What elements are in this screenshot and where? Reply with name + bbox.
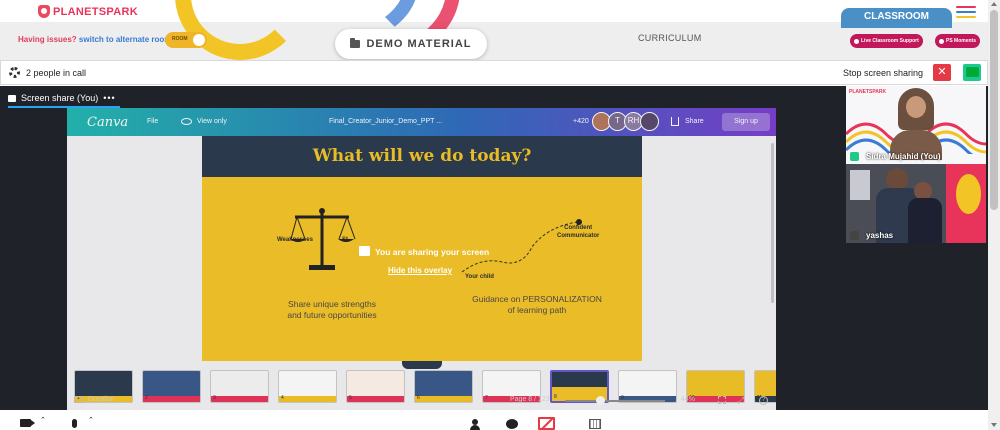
zoom-slider-handle[interactable] bbox=[595, 396, 605, 405]
screen-share-tab[interactable]: Screen share (You) ••• bbox=[8, 90, 120, 108]
issues-notice: Having issues? switch to alternate room bbox=[18, 35, 171, 44]
stop-sharing-label: Stop screen sharing bbox=[843, 68, 924, 78]
fullscreen-icon[interactable]: ⤢ bbox=[737, 395, 744, 406]
grid-view-icon[interactable] bbox=[718, 396, 726, 404]
alternate-room-link[interactable]: switch to alternate room bbox=[79, 35, 171, 44]
people-count: 2 people in call bbox=[26, 68, 87, 78]
camera-options-chevron-icon[interactable]: ⌃ bbox=[40, 416, 46, 424]
menu-line bbox=[956, 6, 976, 8]
logo-text: PLANETSPARK bbox=[53, 5, 138, 18]
screen-share-icon bbox=[359, 246, 370, 256]
screen-share-off-icon[interactable] bbox=[538, 417, 555, 430]
curriculum-tab[interactable]: CURRICULUM bbox=[638, 33, 702, 43]
whiteboard-icon[interactable] bbox=[589, 419, 601, 429]
zoom-value: 44% bbox=[681, 396, 696, 403]
menu-icon[interactable] bbox=[956, 6, 976, 21]
ps-moments-label: PS Moments bbox=[946, 38, 977, 44]
scroll-down-arrow-icon[interactable] bbox=[991, 423, 997, 427]
background-poster bbox=[956, 174, 981, 214]
participant-face bbox=[886, 168, 908, 190]
participants-icon[interactable] bbox=[470, 419, 480, 430]
participant-name: yashas bbox=[866, 231, 894, 240]
room-toggle-label: ROOM bbox=[172, 36, 188, 42]
participant-body bbox=[908, 198, 942, 243]
stop-sharing-button[interactable]: ✕ bbox=[933, 64, 951, 81]
top-header: PLANETSPARK Having issues? switch to alt… bbox=[0, 0, 1000, 60]
participant-face bbox=[906, 96, 926, 118]
moments-icon bbox=[939, 38, 944, 44]
screen-share-tab-label: Screen share (You) bbox=[21, 93, 99, 103]
mic-icon bbox=[850, 231, 859, 240]
scroll-up-arrow-icon[interactable] bbox=[991, 2, 997, 6]
video-tile-remote[interactable]: yashas bbox=[846, 164, 986, 243]
sharing-message: You are sharing your screen bbox=[375, 247, 490, 257]
shared-canva-window: Canva File View only Final_Creator_Junio… bbox=[67, 108, 776, 410]
support-icon bbox=[854, 38, 859, 44]
participant-name: Sidra Mujahid (You) bbox=[866, 152, 941, 161]
scrollbar-thumb[interactable] bbox=[990, 10, 998, 210]
folder-icon bbox=[350, 38, 361, 48]
ps-moments-button[interactable]: PS Moments bbox=[935, 34, 981, 48]
issues-label: Having issues? bbox=[18, 35, 77, 44]
chat-icon[interactable] bbox=[506, 419, 518, 429]
share-screen-icon[interactable] bbox=[963, 64, 981, 81]
planetspark-mascot-icon bbox=[38, 5, 50, 18]
screen-share-area: Screen share (You) ••• Canva File View o… bbox=[0, 86, 988, 410]
page-scrollbar[interactable] bbox=[988, 0, 1000, 430]
demo-material-label: DEMO MATERIAL bbox=[366, 38, 472, 50]
gear-icon[interactable] bbox=[9, 67, 20, 78]
tile-logo: PLANETSPARK bbox=[849, 89, 887, 95]
planetspark-logo: PLANETSPARK bbox=[38, 5, 138, 18]
zoom-slider[interactable] bbox=[565, 400, 665, 402]
room-toggle[interactable]: ROOM bbox=[165, 32, 207, 48]
menu-line bbox=[956, 16, 976, 18]
demo-material-button[interactable]: DEMO MATERIAL bbox=[335, 29, 487, 59]
more-options-icon[interactable]: ••• bbox=[103, 93, 115, 103]
mic-icon bbox=[850, 152, 859, 161]
video-tile-self[interactable]: PLANETSPARK Sidra Mujahid (You) bbox=[846, 86, 986, 164]
clock-icon bbox=[74, 396, 83, 403]
mic-options-chevron-icon[interactable]: ⌃ bbox=[88, 416, 94, 424]
classroom-tab[interactable]: CLASSROOM bbox=[841, 8, 952, 28]
hide-overlay-link[interactable]: Hide this overlay bbox=[388, 266, 452, 275]
page-indicator: Page 8 / 123 bbox=[510, 396, 550, 403]
menu-line bbox=[956, 11, 976, 13]
live-support-button[interactable]: Live Classroom Support bbox=[850, 34, 923, 48]
live-support-label: Live Classroom Support bbox=[861, 38, 919, 44]
help-icon[interactable]: ? bbox=[759, 396, 768, 405]
control-bar: ⌃ ⌃ bbox=[0, 410, 988, 430]
toggle-knob bbox=[193, 34, 205, 46]
call-bar: 2 people in call Stop screen sharing ✕ bbox=[0, 60, 988, 85]
sharing-overlay-dim bbox=[67, 108, 776, 410]
background-poster bbox=[850, 170, 870, 200]
app-window: PLANETSPARK Having issues? switch to alt… bbox=[0, 0, 1000, 430]
duration-label[interactable]: Duration bbox=[88, 396, 114, 403]
microphone-icon[interactable] bbox=[72, 419, 77, 428]
camera-icon[interactable] bbox=[20, 419, 35, 427]
monitor-icon bbox=[8, 94, 16, 102]
